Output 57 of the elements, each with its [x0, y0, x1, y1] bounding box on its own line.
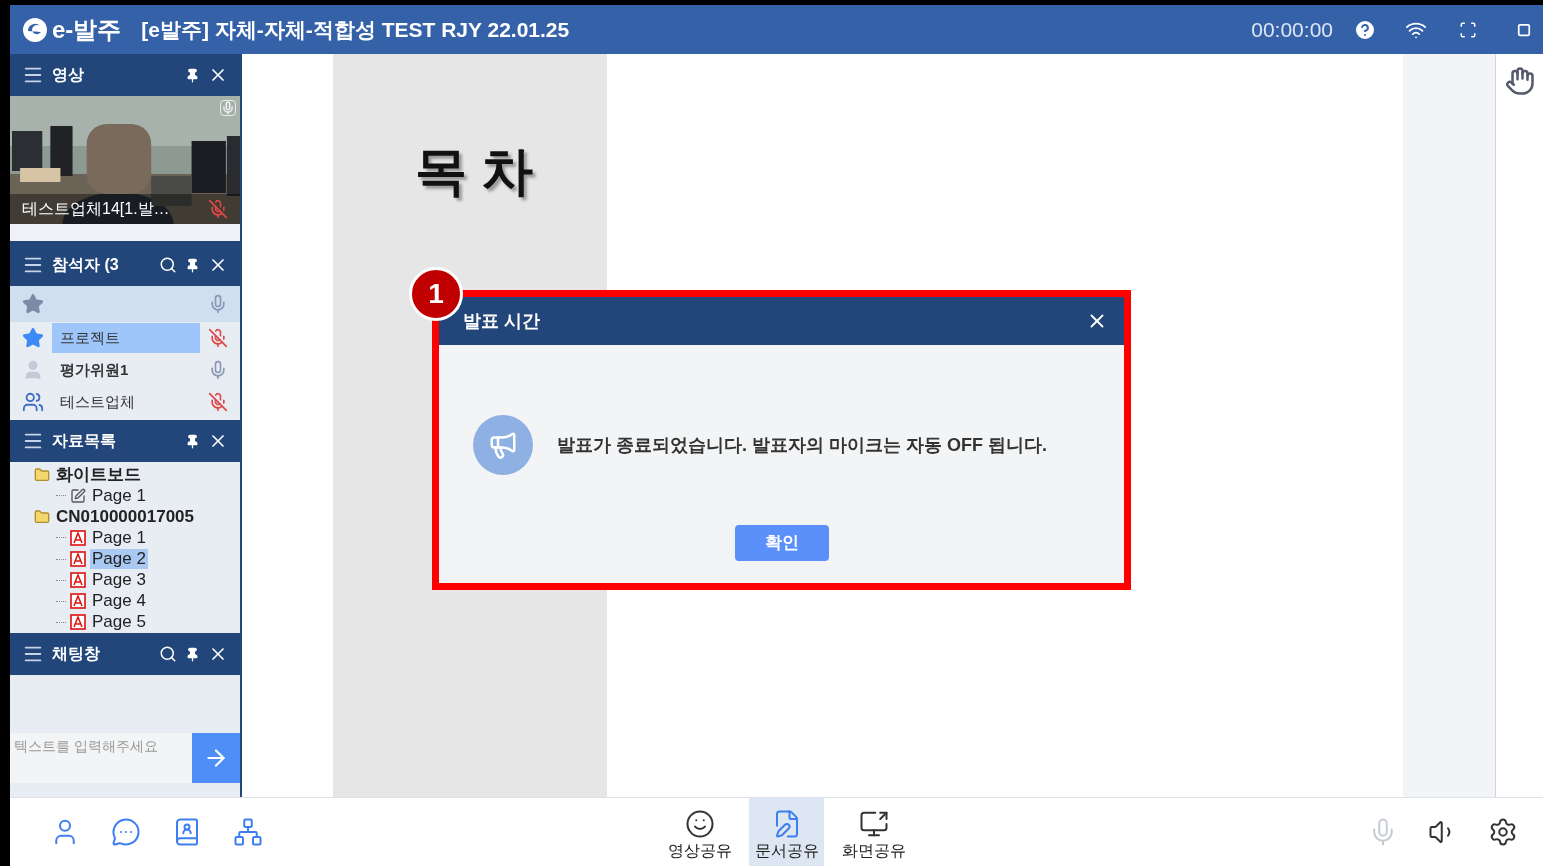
logo-text: e-발주 [52, 14, 122, 45]
search-icon[interactable] [159, 256, 177, 274]
participant-name[interactable]: 테스트업체 [52, 386, 200, 418]
chat-icon[interactable] [111, 817, 141, 847]
pin-icon[interactable] [185, 67, 200, 83]
share-tab[interactable]: 문서공유 [749, 797, 824, 866]
pin-icon[interactable] [185, 257, 200, 273]
settings-icon[interactable] [1488, 817, 1518, 847]
slide-heading: 목 차 [415, 142, 534, 200]
pin-icon[interactable] [185, 433, 200, 449]
tree-item[interactable]: Page 4 [90, 591, 148, 612]
tree-icon[interactable] [233, 817, 263, 847]
favorites-row[interactable] [10, 286, 240, 322]
participant-name[interactable]: 프로젝트 [52, 322, 200, 354]
dialog-message: 발표가 종료되었습니다. 발표자의 마이크는 자동 OFF 됩니다. [557, 433, 1047, 457]
panel-title: 참석자 (3 [52, 255, 120, 275]
search-icon[interactable] [159, 645, 177, 663]
mic-icon [220, 100, 236, 116]
pin-icon[interactable] [185, 646, 200, 662]
pdf-icon [70, 614, 86, 631]
fullscreen-icon[interactable] [1459, 20, 1477, 39]
send-button[interactable] [192, 733, 240, 783]
tree-item[interactable]: CN010000017005 [54, 506, 196, 527]
star-icon[interactable] [22, 293, 44, 315]
panel-title: 자료목록 [52, 431, 117, 451]
dialog-title: 발표 시간 [463, 309, 541, 333]
pdf-icon [70, 551, 86, 568]
tree-item[interactable]: 화이트보드 [54, 464, 143, 485]
megaphone-icon [488, 430, 518, 460]
chat-input[interactable]: 텍스트를 입력해주세요 [10, 733, 192, 783]
whiteboard-icon [70, 487, 86, 504]
pdf-icon [70, 593, 86, 610]
share-tab[interactable]: 영상공유 [662, 797, 737, 866]
mic-off-icon[interactable] [208, 328, 228, 348]
tree-item[interactable]: Page 2 [90, 549, 148, 570]
pdf-icon [70, 572, 86, 589]
window-title: [e발주] 자체-자체-적합성 TEST RJY 22.01.25 [141, 16, 571, 43]
tree-item[interactable]: Page 3 [90, 570, 148, 591]
maximize-icon[interactable] [1517, 22, 1531, 37]
star-icon[interactable] [22, 327, 44, 349]
logo-icon [22, 16, 48, 43]
pdf-icon [70, 529, 86, 546]
mic-off-icon[interactable] [208, 392, 228, 412]
timer: 00:00:00 [1251, 16, 1333, 43]
participant-name[interactable]: 평가위원1 [52, 354, 200, 386]
panel-title: 영상 [52, 65, 85, 85]
share-tab[interactable]: 화면공유 [836, 797, 911, 866]
group-icon [22, 391, 44, 413]
tree-item[interactable]: Page 1 [90, 527, 148, 548]
folder-icon [34, 466, 50, 483]
smile-icon [684, 808, 715, 839]
panel-title: 채팅창 [52, 644, 101, 664]
folder-icon [34, 508, 50, 525]
tree-item[interactable]: Page 1 [90, 485, 148, 506]
video-caption: 테스트업체14[1.발… [22, 199, 170, 219]
tree-item[interactable]: Page 5 [90, 612, 148, 633]
hand-icon[interactable] [1504, 66, 1535, 96]
